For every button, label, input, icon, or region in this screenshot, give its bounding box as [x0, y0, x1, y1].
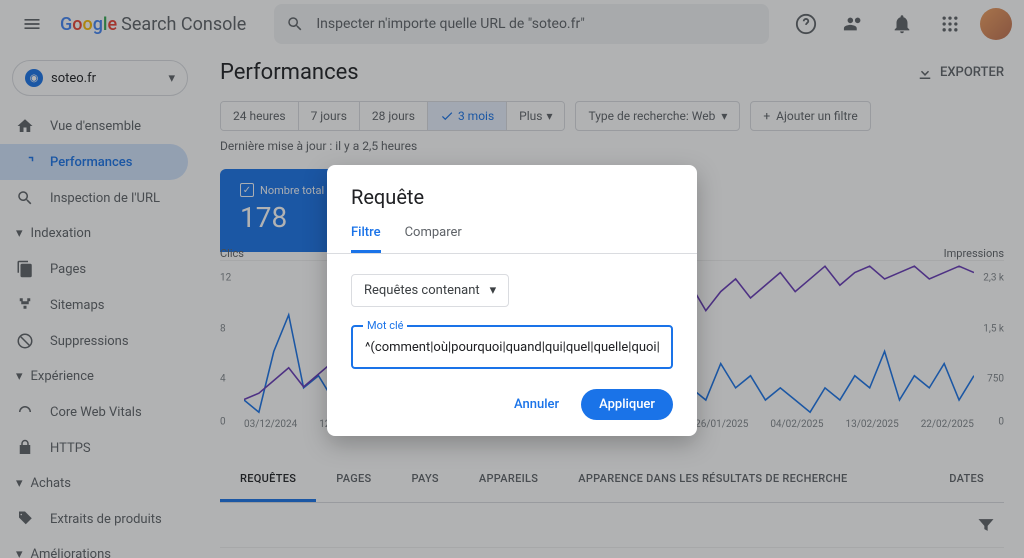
query-filter-dialog: Requête Filtre Comparer Requêtes contena…: [327, 165, 697, 436]
dialog-tab-filter[interactable]: Filtre: [351, 225, 381, 253]
keyword-field[interactable]: Mot clé: [351, 325, 673, 369]
cancel-button[interactable]: Annuler: [500, 389, 573, 420]
query-match-select[interactable]: Requêtes contenant ▾: [351, 274, 509, 307]
dialog-title: Requête: [351, 185, 673, 209]
keyword-input[interactable]: [365, 340, 659, 355]
keyword-label: Mot clé: [363, 319, 407, 332]
chevron-down-icon: ▾: [490, 283, 497, 298]
modal-scrim[interactable]: Requête Filtre Comparer Requêtes contena…: [0, 0, 1024, 558]
dialog-tab-compare[interactable]: Comparer: [405, 225, 462, 253]
apply-button[interactable]: Appliquer: [581, 389, 673, 420]
